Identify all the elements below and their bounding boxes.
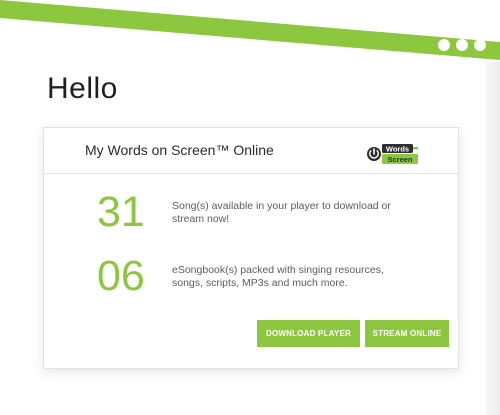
card-title: My Words on Screen™ Online xyxy=(85,142,274,158)
songs-description: Song(s) available in your player to down… xyxy=(172,199,391,225)
window-dot-icon xyxy=(474,39,486,51)
card-divider xyxy=(44,173,458,174)
stream-online-button[interactable]: STREAM ONLINE xyxy=(365,320,449,347)
songs-stat: 31 Song(s) available in your player to d… xyxy=(97,191,402,234)
esongbooks-count: 06 xyxy=(97,252,145,300)
words-on-screen-logo: Words Screen xyxy=(367,144,418,164)
window-dot-icon xyxy=(438,39,450,51)
window-dot-icon xyxy=(456,39,468,51)
window-controls xyxy=(438,39,486,51)
summary-card: My Words on Screen™ Online Words Screen … xyxy=(43,127,459,369)
esongbooks-stat: 06 eSongbook(s) packed with singing reso… xyxy=(97,255,402,298)
svg-text:Screen: Screen xyxy=(387,155,412,164)
svg-text:Words: Words xyxy=(386,144,409,153)
download-player-button[interactable]: DOWNLOAD PLAYER xyxy=(257,320,360,347)
window-edge xyxy=(486,62,500,415)
songs-count: 31 xyxy=(97,188,145,236)
esongbooks-description: eSongbook(s) packed with singing resourc… xyxy=(172,263,384,289)
page-greeting: Hello xyxy=(47,72,118,105)
